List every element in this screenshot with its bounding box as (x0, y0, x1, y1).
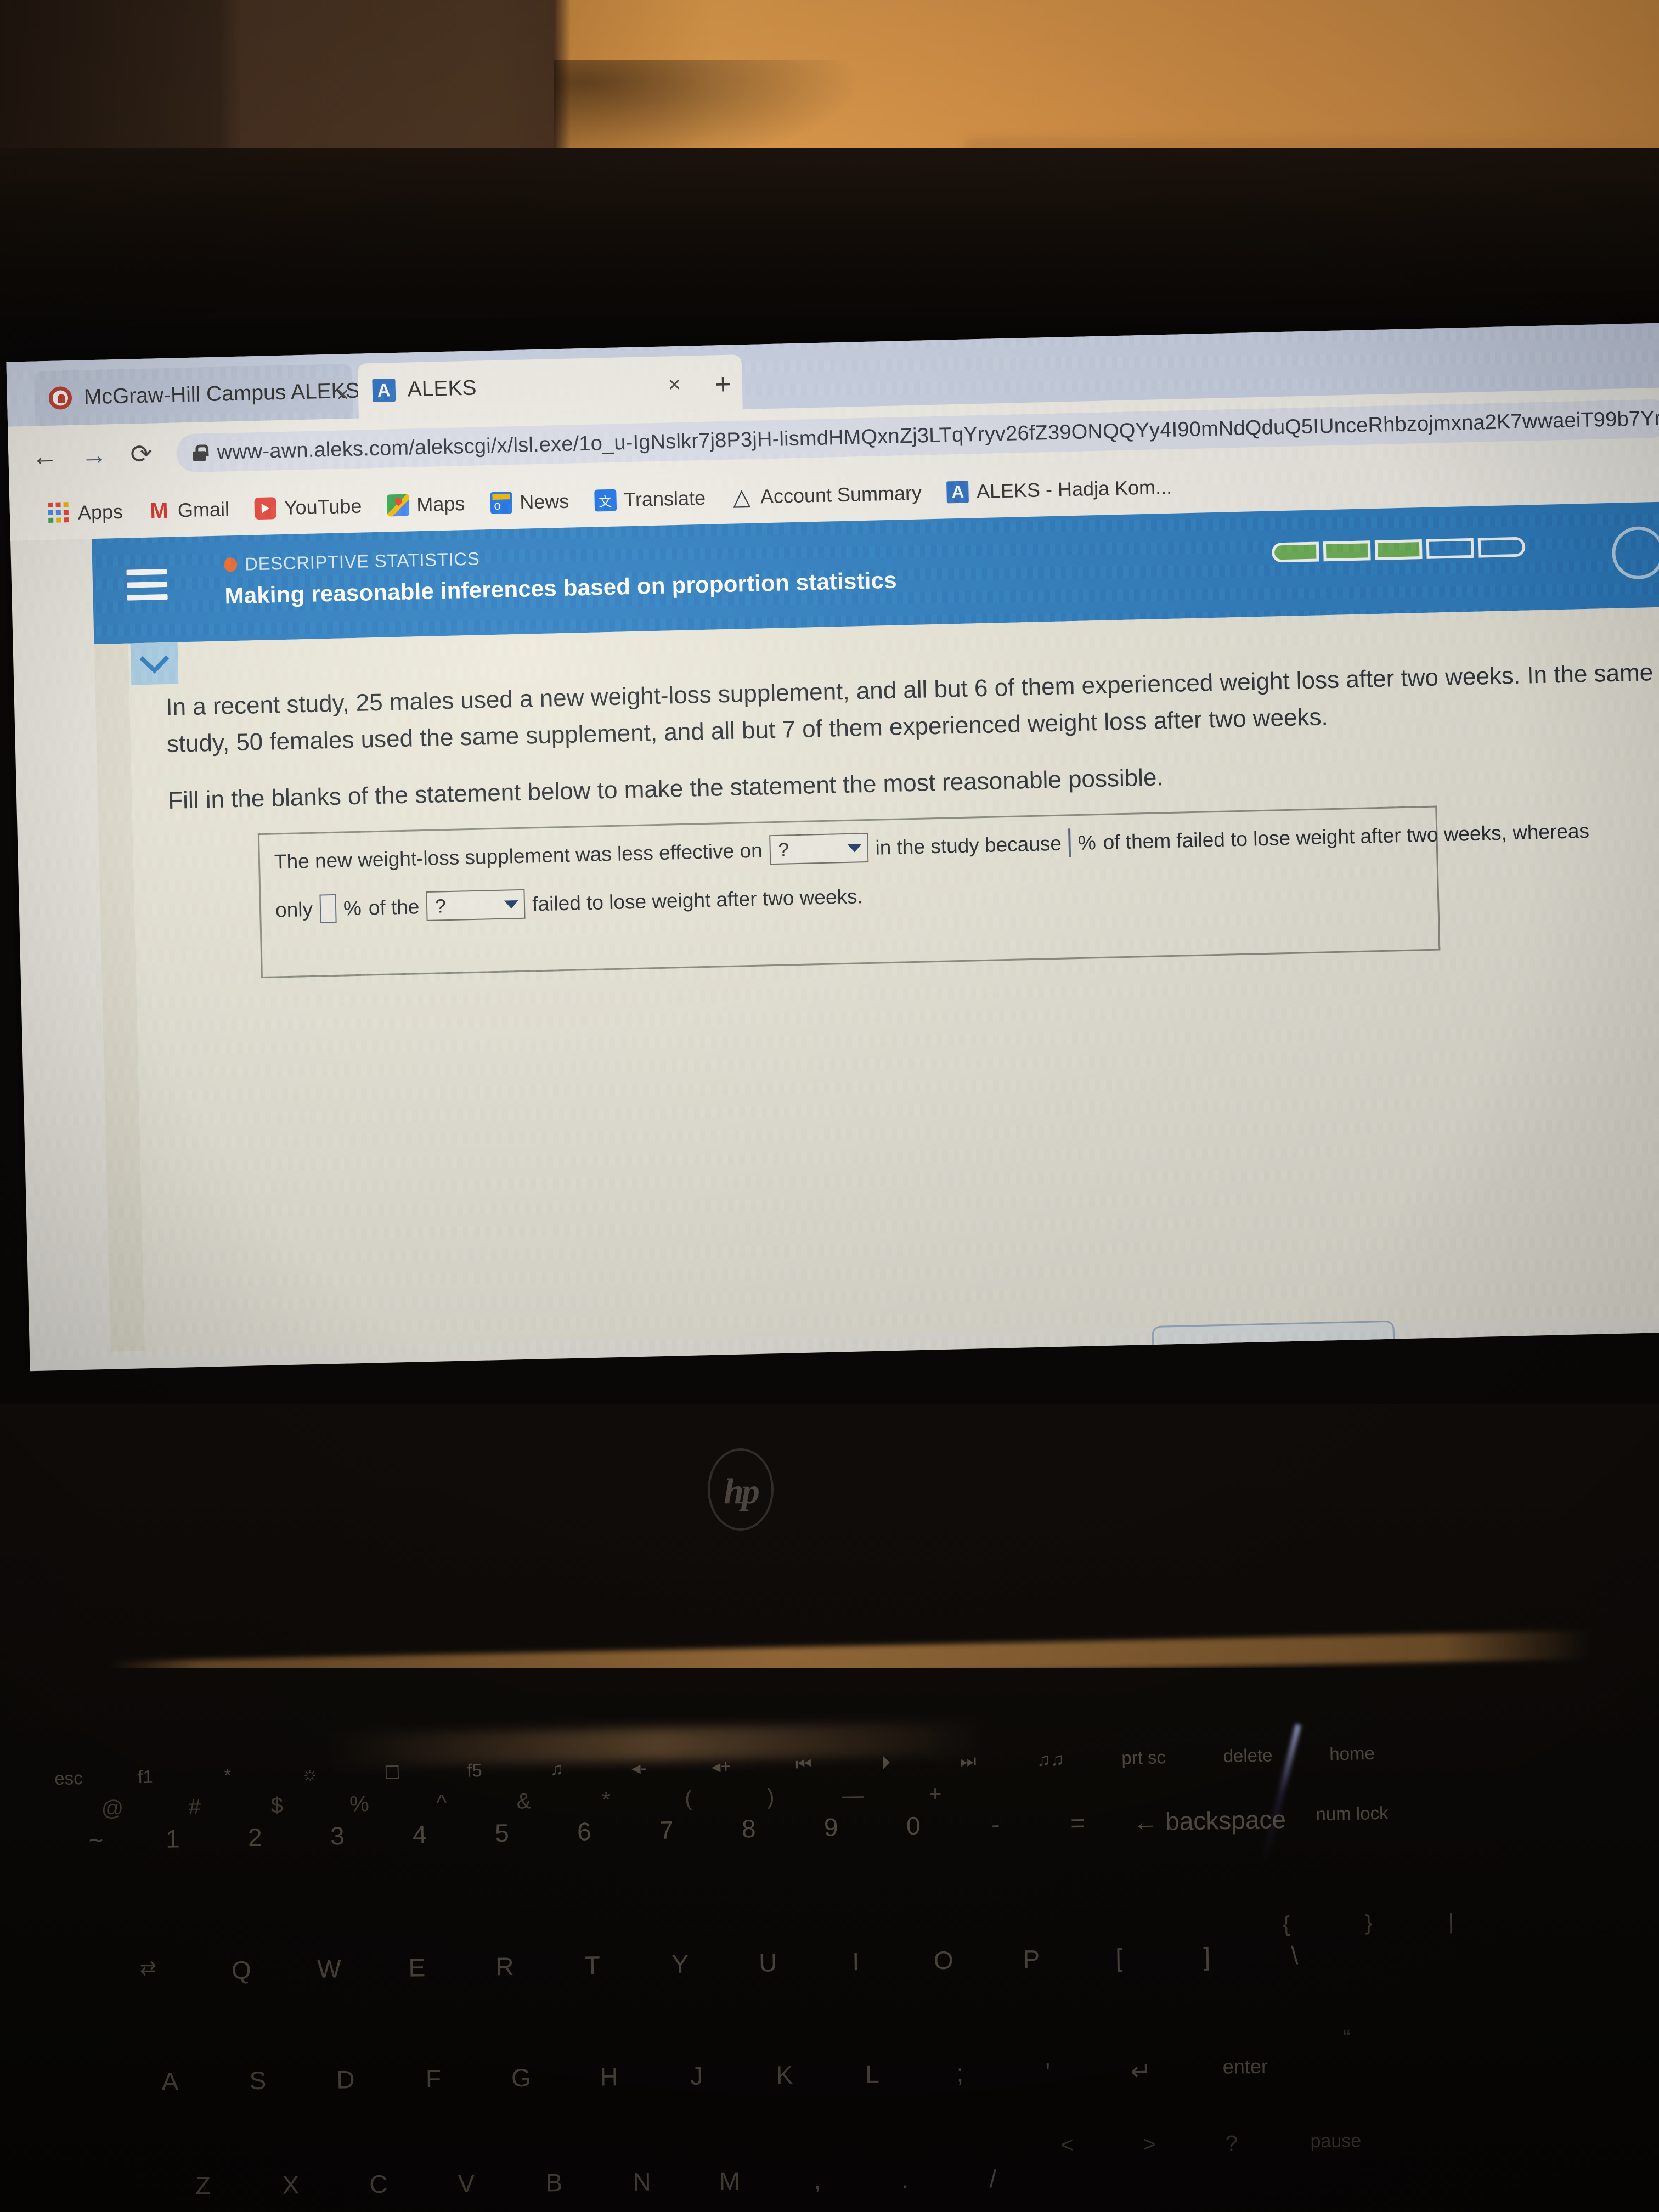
bookmark-label: News (519, 489, 569, 514)
bookmark-youtube[interactable]: YouTube (254, 495, 362, 521)
percent-input-1[interactable] (1068, 828, 1071, 857)
tab-title: McGraw-Hill Campus ALEKS (83, 379, 360, 409)
section-label: DESCRIPTIVE STATISTICS (244, 548, 480, 574)
aleks-icon: A (946, 481, 969, 504)
bookmark-maps[interactable]: Maps (386, 492, 465, 517)
statement-text: of the (368, 895, 420, 919)
statement-text: The new weight-loss supplement was less … (274, 839, 763, 873)
progress-bar (1271, 537, 1526, 563)
bookmark-label: Apps (77, 500, 123, 524)
hamburger-menu-icon[interactable] (126, 568, 168, 608)
google-translate-icon: 文 (594, 489, 617, 512)
question-paragraph-1: In a recent study, 25 males used a new w… (165, 659, 1654, 758)
progress-segment (1271, 541, 1319, 563)
photo-scene: McGraw-Hill Campus ALEKS × A ALEKS × + ←… (0, 0, 1659, 2212)
google-maps-icon (386, 494, 409, 517)
bookmark-label: Gmail (177, 498, 230, 522)
bookmark-apps[interactable]: Apps (48, 500, 123, 525)
close-tab-icon[interactable]: × (336, 382, 349, 408)
browser-tab-mcgraw-hill[interactable]: McGraw-Hill Campus ALEKS (33, 363, 360, 426)
left-rail (94, 643, 145, 1352)
progress-segment (1323, 540, 1371, 562)
statement-text: % (1077, 831, 1097, 854)
tab-title: ALEKS (407, 376, 477, 402)
bookmark-gmail[interactable]: M Gmail (148, 498, 230, 523)
bookmark-aleks-hadja[interactable]: A ALEKS - Hadja Kom... (946, 476, 1172, 504)
dropdown-value: ? (778, 838, 789, 861)
progress-segment (1477, 537, 1526, 558)
chevron-down-icon[interactable] (130, 642, 179, 685)
mcgraw-hill-icon (48, 386, 72, 410)
bookmark-account-summary[interactable]: △ Account Summary (730, 481, 922, 510)
statement-text: in the study because (875, 832, 1062, 859)
chevron-down-icon (504, 900, 519, 909)
dropdown-value: ? (435, 895, 447, 917)
bookmark-label: Maps (416, 492, 465, 516)
subject-dropdown-1[interactable]: ? (769, 832, 869, 865)
bookmark-label: Account Summary (760, 481, 922, 508)
youtube-icon (254, 497, 277, 520)
percent-input-2[interactable] (319, 894, 337, 923)
avatar[interactable] (1611, 526, 1659, 580)
statement-text: only (275, 898, 313, 921)
section-dot-icon (223, 557, 238, 572)
bookmark-translate[interactable]: 文 Translate (594, 487, 706, 512)
answer-line-2: only % of the ? failed to lose weight af… (275, 868, 1423, 924)
chevron-down-icon (847, 843, 862, 853)
page-title: Making reasonable inferences based on pr… (224, 567, 898, 609)
bookmark-news[interactable]: News (489, 489, 569, 515)
google-news-icon (489, 492, 512, 515)
back-icon[interactable]: ← (31, 441, 58, 472)
account-summary-icon: △ (732, 483, 751, 510)
hp-logo: hp (708, 1448, 774, 1531)
bookmark-label: Translate (623, 486, 706, 511)
progress-segment (1426, 538, 1474, 559)
browser-tab-aleks[interactable]: A ALEKS (357, 354, 743, 419)
question-content: In a recent study, 25 males used a new w… (94, 606, 1659, 1352)
forward-icon[interactable]: → (81, 440, 108, 471)
progress-segment (1374, 539, 1423, 561)
subject-dropdown-2[interactable]: ? (426, 889, 526, 921)
question-text: In a recent study, 25 males used a new w… (166, 654, 1659, 820)
reload-icon[interactable]: ⟳ (130, 439, 153, 470)
laptop-screen: McGraw-Hill Campus ALEKS × A ALEKS × + ←… (0, 290, 1659, 1372)
apps-grid-icon (48, 502, 70, 524)
statement-text: of them failed to lose weight after two … (1103, 819, 1590, 854)
aleks-icon: A (372, 379, 396, 403)
statement-text: failed to lose weight after two weeks. (532, 884, 864, 915)
aleks-title-block: DESCRIPTIVE STATISTICS Making reasonable… (223, 539, 898, 610)
lock-icon (193, 444, 206, 461)
close-tab-icon[interactable]: × (668, 373, 681, 398)
answer-line-1: The new weight-loss supplement was less … (274, 820, 1590, 876)
answer-statement-box: The new weight-loss supplement was less … (257, 805, 1590, 979)
bookmark-label: ALEKS - Hadja Kom... (976, 475, 1172, 503)
new-tab-button[interactable]: + (714, 368, 732, 402)
bookmark-label: YouTube (284, 494, 362, 519)
statement-text: % (343, 896, 362, 920)
gmail-icon: M (149, 498, 169, 523)
